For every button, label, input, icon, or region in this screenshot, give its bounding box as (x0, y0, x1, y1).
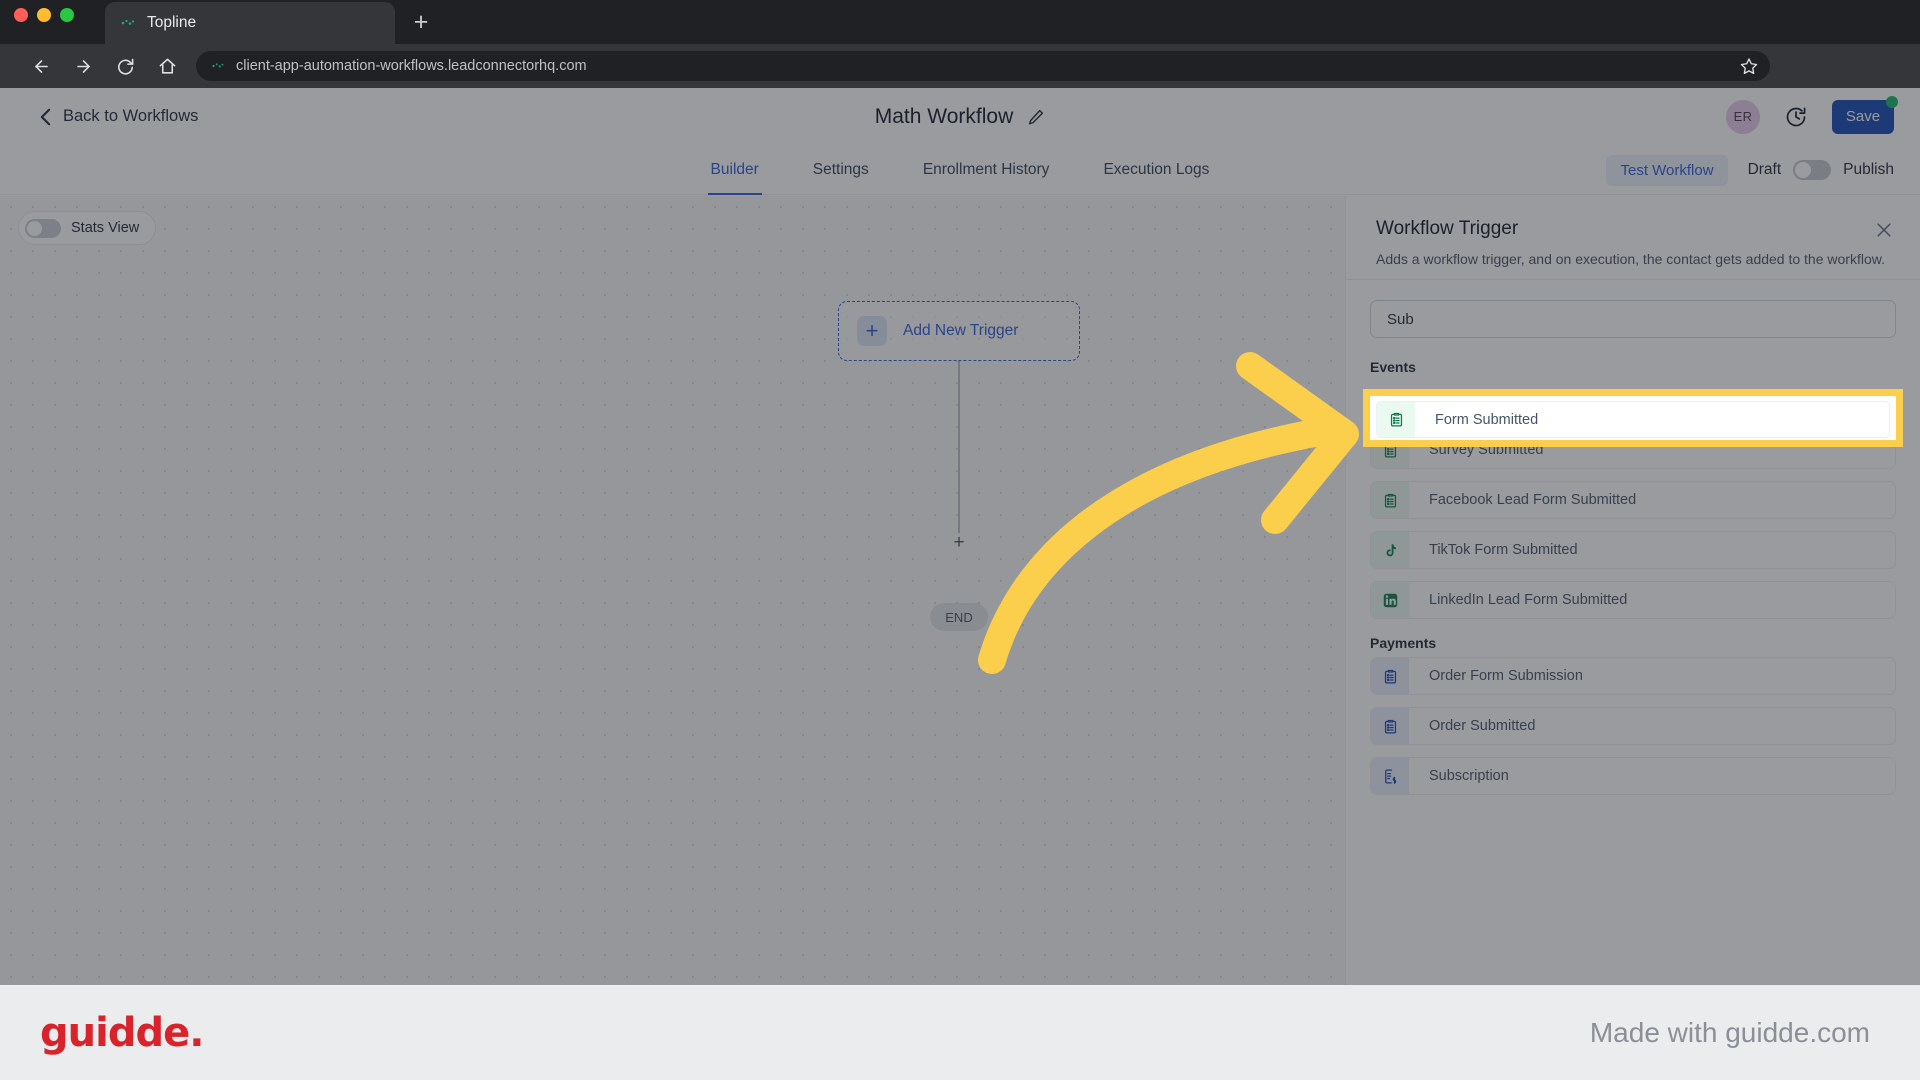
test-workflow-button[interactable]: Test Workflow (1606, 154, 1728, 186)
panel-header: Workflow Trigger Adds a workflow trigger… (1346, 196, 1920, 274)
header-actions: ER Save (1726, 88, 1898, 145)
tab-settings-label: Settings (812, 161, 869, 178)
tab-builder-label: Builder (710, 161, 759, 178)
guidde-logo: guidde. (40, 1009, 204, 1056)
tab-enrollment-history-label: Enrollment History (922, 161, 1050, 178)
search-input[interactable]: Sub (1370, 300, 1896, 338)
made-with-guidde-text: Made with guidde.com (1589, 1016, 1870, 1048)
list-item-label: Form Submitted (1435, 411, 1539, 428)
screenshot-root: Topline + client-app-automation-workflow… (0, 0, 1920, 1080)
browser-toolbar: client-app-automation-workflows.leadconn… (0, 44, 1920, 117)
clipboard-list-icon (1371, 708, 1409, 744)
add-new-trigger-label: Add New Trigger (903, 322, 1019, 339)
stats-view-switch[interactable] (25, 218, 61, 238)
save-button-label: Save (1845, 108, 1881, 125)
tab-execution-logs[interactable]: Execution Logs (1076, 145, 1236, 195)
draft-label: Draft (1747, 161, 1782, 178)
tabs-bar-actions: Test Workflow Draft Publish (1606, 145, 1894, 195)
pencil-icon[interactable] (1027, 108, 1045, 126)
close-icon[interactable] (1874, 220, 1894, 240)
clipboard-list-icon (1377, 402, 1415, 437)
list-item-form-submitted[interactable]: Form Submitted (1376, 401, 1890, 438)
curved-arrow-right-icon (960, 350, 1380, 680)
plus-icon: + (857, 316, 887, 346)
publish-label: Publish (1843, 161, 1894, 178)
toggle-knob (27, 220, 42, 236)
list-item-label: TikTok Form Submitted (1429, 542, 1578, 558)
guidde-footer: guidde. Made with guidde.com (0, 985, 1920, 1080)
home-icon[interactable] (146, 44, 188, 88)
publish-toggle-group: Draft Publish (1748, 160, 1894, 180)
list-item-label: LinkedIn Lead Form Submitted (1429, 592, 1628, 608)
highlight-box-form-submitted: Form Submitted (1363, 389, 1903, 447)
panel-title: Workflow Trigger (1376, 218, 1519, 239)
page-title: Math Workflow (874, 104, 1014, 128)
browser-tabstrip: Topline + (0, 0, 1920, 44)
list-item-label: Facebook Lead Form Submitted (1429, 492, 1637, 508)
maximize-window-button[interactable] (60, 8, 74, 22)
workflow-trigger-panel: Workflow Trigger Adds a workflow trigger… (1345, 196, 1920, 985)
search-input-value: Sub (1387, 310, 1414, 328)
list-item-label: Order Submitted (1429, 718, 1536, 734)
unsaved-changes-indicator (1886, 95, 1898, 108)
window-traffic-lights (14, 8, 74, 22)
browser-chrome: Topline + client-app-automation-workflow… (0, 0, 1920, 117)
clock-history-icon[interactable] (1784, 105, 1808, 129)
address-bar-url: client-app-automation-workflows.leadconn… (236, 58, 587, 74)
list-item-label: Order Form Submission (1429, 668, 1583, 684)
address-bar[interactable]: client-app-automation-workflows.leadconn… (196, 51, 1770, 81)
topline-favicon (119, 14, 137, 32)
close-window-button[interactable] (14, 8, 28, 22)
site-favicon (210, 58, 226, 74)
list-item-order-submitted[interactable]: Order Submitted (1370, 707, 1896, 745)
list-item-facebook-lead-form-submitted[interactable]: Facebook Lead Form Submitted (1370, 481, 1896, 519)
tab-execution-logs-label: Execution Logs (1103, 161, 1210, 178)
tab-builder[interactable]: Builder (684, 145, 786, 195)
back-arrow-icon[interactable] (20, 44, 62, 88)
document-dollar-icon (1371, 758, 1409, 794)
stats-view-label: Stats View (71, 220, 140, 236)
list-item-linkedin-lead-form-submitted[interactable]: LinkedIn Lead Form Submitted (1370, 581, 1896, 619)
tab-settings[interactable]: Settings (786, 145, 896, 195)
list-item-tiktok-form-submitted[interactable]: TikTok Form Submitted (1370, 531, 1896, 569)
new-tab-button[interactable]: + (404, 8, 438, 38)
avatar[interactable]: ER (1726, 99, 1760, 134)
browser-tab[interactable]: Topline (105, 2, 395, 44)
browser-tab-title: Topline (147, 14, 197, 31)
app-header: Back to Workflows Math Workflow ER Save (0, 88, 1920, 145)
workflow-title-group: Math Workflow (0, 88, 1920, 145)
list-item-order-form-submission[interactable]: Order Form Submission (1370, 657, 1896, 695)
panel-divider (1346, 279, 1920, 280)
panel-subtitle: Adds a workflow trigger, and on executio… (1376, 251, 1885, 267)
star-icon[interactable] (1740, 57, 1758, 75)
stats-view-toggle[interactable]: Stats View (18, 211, 157, 245)
save-button[interactable]: Save (1832, 95, 1898, 134)
toggle-knob (1795, 162, 1812, 178)
reload-icon[interactable] (104, 44, 146, 88)
forward-arrow-icon[interactable] (62, 44, 104, 88)
app-tabs-bar: Builder Settings Enrollment History Exec… (0, 145, 1920, 195)
list-item-label: Subscription (1429, 768, 1509, 784)
publish-toggle[interactable] (1793, 160, 1832, 180)
minimize-window-button[interactable] (37, 8, 51, 22)
payments-list: Order Form Submission Order Submitted Su… (1370, 657, 1896, 807)
list-item-subscription[interactable]: Subscription (1370, 757, 1896, 795)
tab-enrollment-history[interactable]: Enrollment History (896, 145, 1077, 195)
